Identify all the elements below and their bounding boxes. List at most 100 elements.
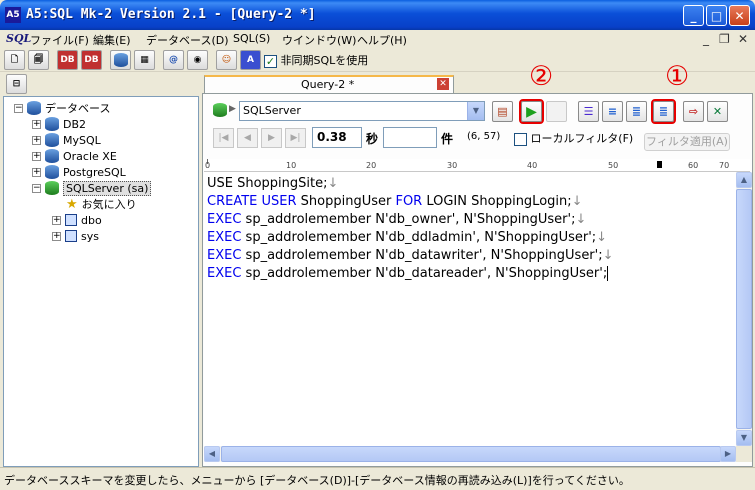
expand-icon[interactable]: + bbox=[32, 119, 41, 129]
scroll-down-icon[interactable]: ▼ bbox=[736, 430, 752, 446]
code-line[interactable]: CREATE USER ShoppingUser FOR LOGIN Shopp… bbox=[207, 194, 583, 212]
menu-sql[interactable]: SQL(S) bbox=[233, 32, 270, 45]
sql-menu-logo[interactable]: SQL bbox=[6, 32, 31, 45]
a5-logo-icon: A bbox=[247, 55, 254, 65]
code-line[interactable]: EXEC sp_addrolemember N'db_ddladmin', N'… bbox=[207, 230, 607, 248]
text-cursor bbox=[607, 266, 609, 281]
menu-help[interactable]: ヘルプ(H) bbox=[357, 32, 407, 48]
horizontal-scroll-thumb[interactable] bbox=[221, 446, 721, 462]
tree-item-oracle[interactable]: + Oracle XE bbox=[32, 148, 117, 164]
next-record-button[interactable]: ▶ bbox=[261, 128, 282, 148]
new-document-button[interactable]: 🗋 bbox=[4, 50, 25, 70]
menu-database[interactable]: データベース(D) bbox=[146, 32, 229, 48]
tree-item-postgresql[interactable]: + PostgreSQL bbox=[32, 164, 126, 180]
play-icon: ▶ bbox=[526, 103, 537, 120]
expand-icon[interactable]: + bbox=[32, 151, 41, 161]
newline-marker: ↓ bbox=[575, 212, 587, 227]
tree-item-sqlserver[interactable]: − SQLServer (sa) bbox=[32, 180, 152, 196]
excel-button[interactable]: ✕ bbox=[707, 101, 728, 122]
connection-select[interactable]: SQLServer ▼ bbox=[239, 101, 485, 121]
person-button[interactable]: ☺ bbox=[216, 50, 237, 70]
scroll-up-icon[interactable]: ▲ bbox=[736, 172, 752, 188]
db-connect-button[interactable]: DB bbox=[57, 50, 78, 70]
tree-item-dbo[interactable]: + dbo bbox=[52, 212, 102, 228]
last-record-button[interactable]: ▶| bbox=[285, 128, 306, 148]
export-icon: ⇨ bbox=[688, 105, 699, 118]
newline-marker: ↓ bbox=[571, 194, 583, 209]
tree-view-icon: ⊟ bbox=[12, 79, 21, 89]
tab-query-2[interactable]: Query-2 * ✕ bbox=[204, 75, 454, 93]
sort-lines-button[interactable]: ≣ bbox=[626, 101, 647, 122]
record-count-field[interactable] bbox=[383, 127, 437, 148]
database-button[interactable] bbox=[110, 50, 131, 70]
tree-item-favorites[interactable]: ★ お気に入り bbox=[66, 196, 137, 212]
tree-view-button[interactable]: ⊟ bbox=[6, 74, 27, 94]
vertical-scrollbar[interactable]: ▲ ▼ bbox=[736, 172, 752, 446]
code-text: sp_addrolemember N'db_datawriter', N'Sho… bbox=[241, 248, 603, 263]
mdi-minimize-button[interactable]: _ bbox=[703, 32, 709, 46]
at-sign-button[interactable]: @ bbox=[163, 50, 184, 70]
tree-item-mysql[interactable]: + MySQL bbox=[32, 132, 101, 148]
menu-edit[interactable]: 編集(E) bbox=[93, 32, 131, 48]
code-line[interactable]: EXEC sp_addrolemember N'db_datawriter', … bbox=[207, 248, 614, 266]
qr-table-button[interactable]: ▦ bbox=[134, 50, 155, 70]
filter-apply-button[interactable]: フィルタ適用(A) bbox=[644, 133, 730, 151]
connection-select-value: SQLServer bbox=[243, 104, 301, 117]
search-db-button[interactable]: ◉ bbox=[187, 50, 208, 70]
indent-button[interactable]: ≡ bbox=[602, 101, 623, 122]
tree-root[interactable]: − データベース bbox=[14, 100, 110, 116]
split-statements-button[interactable]: ≣ bbox=[651, 99, 676, 124]
async-sql-checkbox[interactable]: ✓ bbox=[264, 54, 277, 68]
expand-icon[interactable]: + bbox=[32, 167, 41, 177]
tree-item-sys[interactable]: + sys bbox=[52, 228, 99, 244]
database-tree[interactable]: − データベース + DB2 + MySQL + Oracle XE + Pos… bbox=[3, 96, 199, 467]
prev-record-button[interactable]: ◀ bbox=[237, 128, 258, 148]
format-sql-button[interactable]: ☰ bbox=[578, 101, 599, 122]
collapse-icon[interactable]: − bbox=[14, 103, 23, 113]
vertical-scroll-thumb[interactable] bbox=[736, 189, 752, 429]
stop-button[interactable] bbox=[546, 101, 567, 122]
tree-item-db2[interactable]: + DB2 bbox=[32, 116, 86, 132]
play-small-icon: ▶ bbox=[229, 104, 236, 114]
a5-logo-button[interactable]: A bbox=[240, 50, 261, 70]
database-icon bbox=[113, 53, 128, 67]
sql-editor[interactable]: USE ShoppingSite;↓ CREATE USER ShoppingUs… bbox=[204, 172, 736, 446]
execute-button[interactable]: ▶ bbox=[519, 99, 544, 124]
sql-keyword: EXEC bbox=[207, 248, 242, 263]
collapse-icon[interactable]: − bbox=[32, 183, 41, 193]
expand-icon[interactable]: + bbox=[52, 231, 61, 241]
newline-marker: ↓ bbox=[327, 176, 339, 191]
expand-icon[interactable]: + bbox=[32, 135, 41, 145]
export-button[interactable]: ⇨ bbox=[683, 101, 704, 122]
expand-icon[interactable]: + bbox=[52, 215, 61, 225]
mdi-close-button[interactable]: ✕ bbox=[738, 32, 748, 46]
local-filter-checkbox[interactable] bbox=[514, 132, 527, 146]
menu-window[interactable]: ウインドウ(W) bbox=[282, 32, 356, 48]
menu-file[interactable]: ファイル(F) bbox=[30, 32, 89, 48]
mdi-restore-button[interactable]: ❐ bbox=[719, 32, 730, 46]
local-filter-option[interactable]: ローカルフィルタ(F) bbox=[514, 130, 633, 146]
code-line[interactable]: EXEC sp_addrolemember N'db_datareader', … bbox=[207, 266, 609, 284]
prev-icon: ◀ bbox=[244, 133, 251, 143]
split-statements-icon: ≣ bbox=[658, 105, 669, 118]
run-to-result-button[interactable]: ▤ bbox=[492, 101, 513, 122]
first-record-button[interactable]: |◀ bbox=[213, 128, 234, 148]
minimize-button[interactable]: _ bbox=[683, 5, 704, 26]
scroll-left-icon[interactable]: ◀ bbox=[204, 446, 220, 462]
code-line[interactable]: EXEC sp_addrolemember N'db_owner', N'Sho… bbox=[207, 212, 586, 230]
count-label: 件 bbox=[441, 132, 454, 146]
sql-keyword: FOR bbox=[395, 194, 423, 209]
close-button[interactable]: ✕ bbox=[729, 5, 750, 26]
maximize-button[interactable]: □ bbox=[706, 5, 727, 26]
chevron-down-icon[interactable]: ▼ bbox=[467, 102, 484, 120]
tab-close-icon[interactable]: ✕ bbox=[437, 78, 449, 90]
open-document-button[interactable]: 🗐 bbox=[28, 50, 49, 70]
db-disconnect-button[interactable]: DB bbox=[81, 50, 102, 70]
elapsed-seconds-field[interactable]: 0.38 bbox=[312, 127, 362, 148]
last-icon: ▶| bbox=[290, 133, 301, 143]
async-sql-option[interactable]: ✓ 非同期SQLを使用 bbox=[264, 52, 368, 68]
scroll-right-icon[interactable]: ▶ bbox=[720, 446, 736, 462]
code-line[interactable]: USE ShoppingSite;↓ bbox=[207, 176, 338, 194]
window-title: A5:SQL Mk-2 Version 2.1 - [Query-2 *] bbox=[26, 7, 316, 22]
horizontal-scrollbar[interactable]: ◀ ▶ bbox=[204, 446, 736, 462]
